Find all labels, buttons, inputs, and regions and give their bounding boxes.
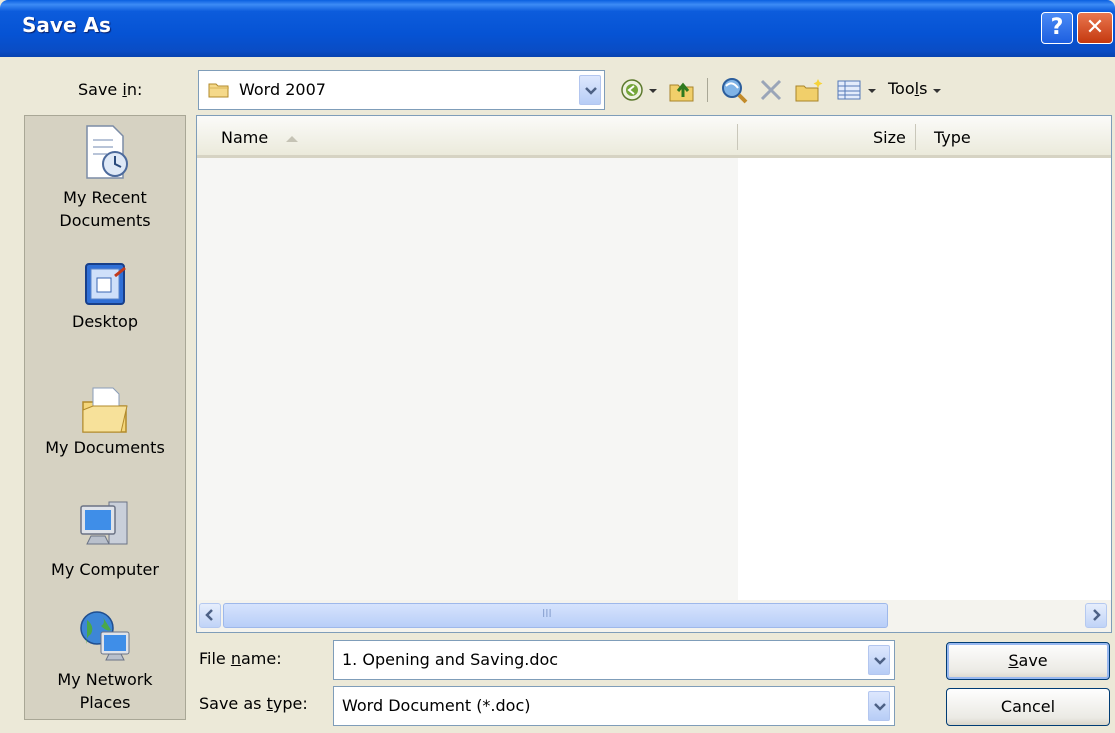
folder-icon <box>208 83 229 98</box>
close-button[interactable]: ✕ <box>1077 12 1113 44</box>
recent-documents-icon <box>86 125 128 179</box>
save-as-type-label: Save as type: <box>199 694 308 713</box>
file-name-dropdown-button[interactable] <box>868 645 890 675</box>
chevron-down-icon <box>585 87 597 95</box>
back-icon[interactable] <box>620 76 644 104</box>
column-header-type[interactable]: Type <box>934 128 971 147</box>
scroll-left-button[interactable] <box>199 603 221 628</box>
list-header: Name Size Type <box>197 116 1111 158</box>
chevron-left-icon <box>205 609 213 621</box>
delete-icon[interactable] <box>758 76 784 104</box>
places-bar: My Recent Documents Desktop My Documents… <box>24 115 186 720</box>
window-title: Save As <box>22 13 111 37</box>
views-icon[interactable] <box>836 76 862 104</box>
place-label: My Computer <box>51 560 159 579</box>
network-places-icon <box>80 611 130 661</box>
column-divider[interactable] <box>737 124 738 150</box>
save-as-type-select[interactable]: Word Document (*.doc) <box>333 686 895 726</box>
place-my-network-places[interactable]: My Network Places <box>25 608 185 714</box>
column-header-size[interactable]: Size <box>873 128 906 147</box>
column-divider[interactable] <box>915 124 916 150</box>
views-dropdown-icon[interactable] <box>867 76 877 104</box>
tools-dropdown-icon[interactable] <box>932 76 942 104</box>
desktop-icon <box>85 263 126 305</box>
chevron-down-icon <box>874 657 886 665</box>
title-bar: Save As ? ✕ <box>0 0 1115 57</box>
cancel-button[interactable]: Cancel <box>946 688 1110 726</box>
my-documents-icon <box>82 387 128 433</box>
up-one-level-icon[interactable] <box>668 76 696 104</box>
save-in-label: Save in: <box>78 80 143 99</box>
place-label: My Recent <box>63 188 147 207</box>
place-my-recent-documents[interactable]: My Recent Documents <box>25 120 185 232</box>
save-as-type-value: Word Document (*.doc) <box>342 696 531 715</box>
save-in-dropdown-button[interactable] <box>579 75 601 105</box>
place-label: Documents <box>59 211 151 230</box>
horizontal-scrollbar[interactable]: III <box>197 600 1111 632</box>
place-desktop[interactable]: Desktop <box>25 258 185 333</box>
chevron-right-icon <box>1093 609 1101 621</box>
new-folder-icon[interactable] <box>794 76 824 104</box>
sort-ascending-icon <box>286 136 298 142</box>
place-label: Places <box>79 693 131 712</box>
save-button[interactable]: Save <box>946 642 1110 680</box>
file-list[interactable]: Name Size Type III <box>196 115 1112 633</box>
back-dropdown-icon[interactable] <box>648 76 658 104</box>
save-in-value: Word 2007 <box>239 80 326 99</box>
file-name-label: File name: <box>199 649 282 668</box>
scroll-grip: III <box>542 607 552 620</box>
file-name-input[interactable]: 1. Opening and Saving.doc <box>333 640 895 680</box>
name-column-area <box>197 158 738 600</box>
save-in-combo[interactable]: Word 2007 <box>198 70 605 110</box>
place-my-documents[interactable]: My Documents <box>25 382 185 459</box>
toolbar-separator <box>707 78 708 102</box>
tools-menu[interactable]: Tools <box>888 79 927 107</box>
help-button[interactable]: ? <box>1041 12 1073 44</box>
scroll-thumb[interactable]: III <box>223 603 888 628</box>
place-label: My Documents <box>45 438 165 457</box>
place-label: Desktop <box>72 312 138 331</box>
save-as-type-dropdown-button[interactable] <box>868 691 890 721</box>
chevron-down-icon <box>874 703 886 711</box>
scroll-right-button[interactable] <box>1085 603 1107 628</box>
column-header-name[interactable]: Name <box>221 128 268 147</box>
search-web-icon[interactable] <box>720 76 748 104</box>
toolbar: Tools <box>612 70 1112 110</box>
place-label: My Network <box>57 670 153 689</box>
file-name-value: 1. Opening and Saving.doc <box>342 650 559 669</box>
my-computer-icon <box>80 501 128 545</box>
place-my-computer[interactable]: My Computer <box>25 496 185 581</box>
